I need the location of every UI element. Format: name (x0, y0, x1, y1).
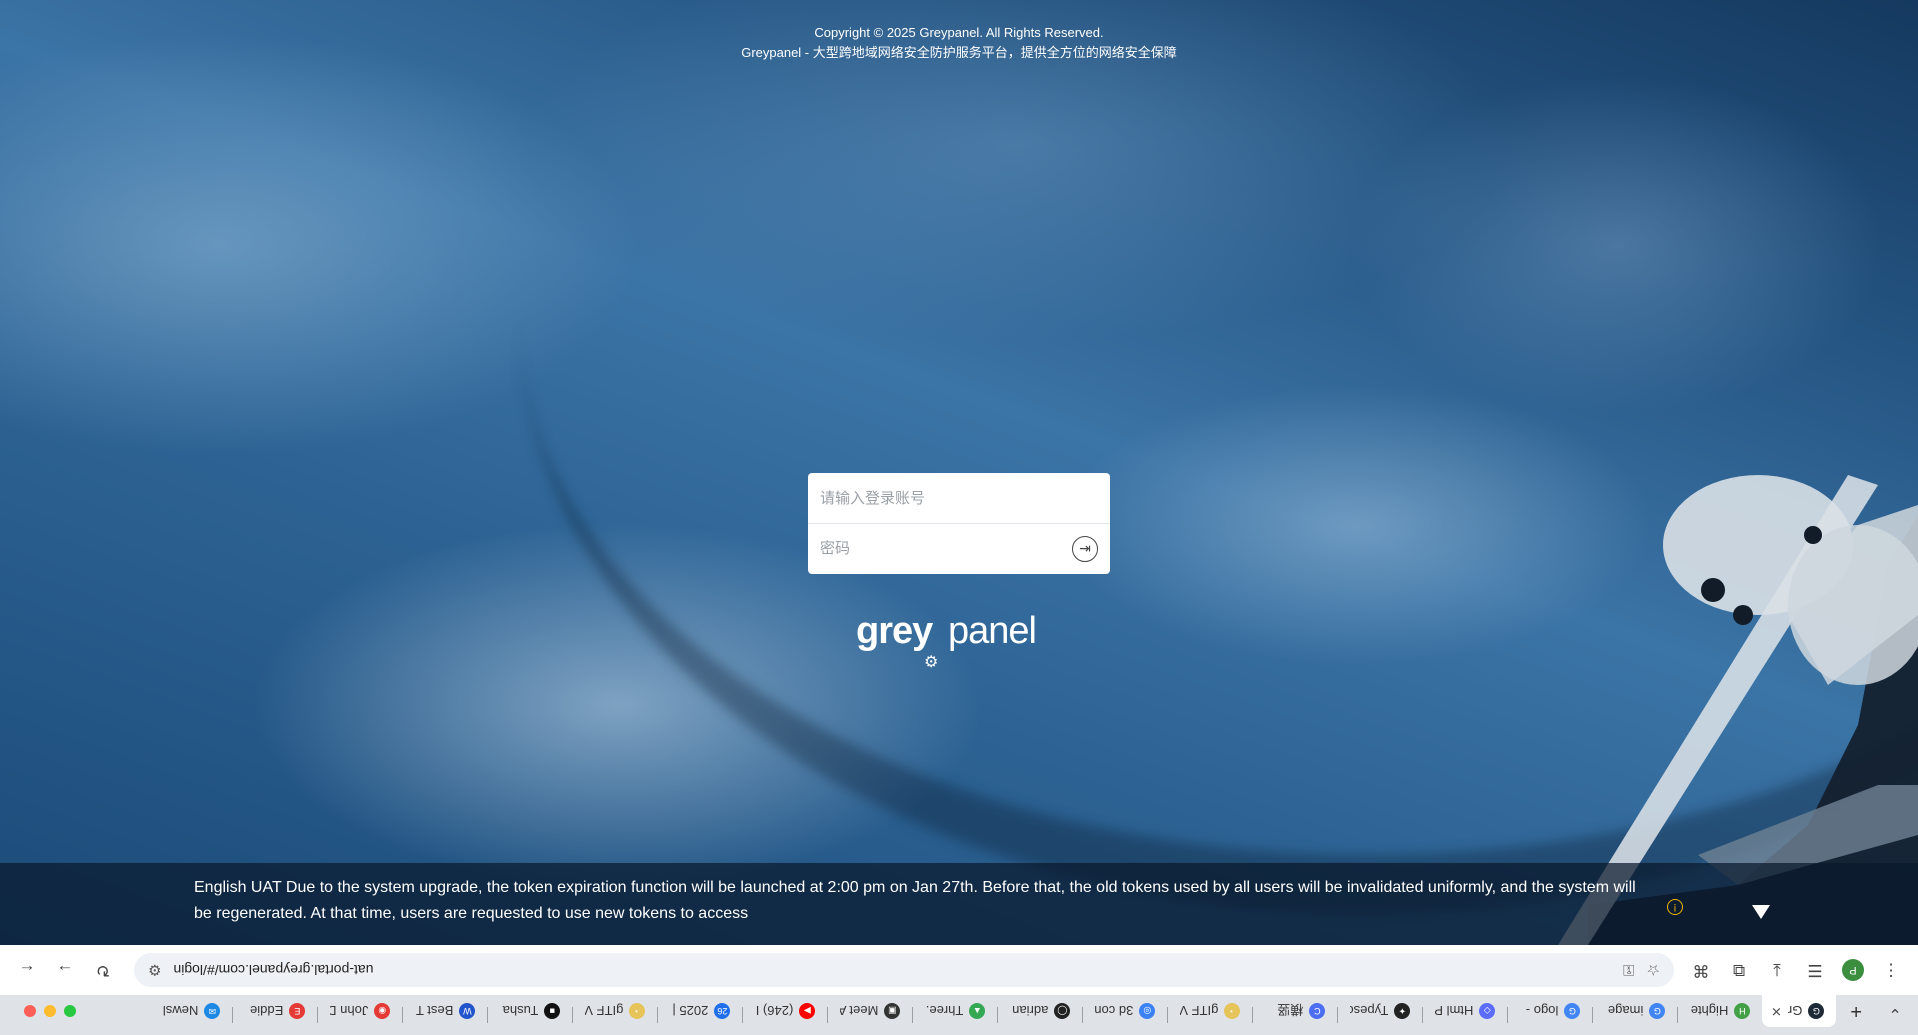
reload-icon[interactable]: ↻ (86, 953, 120, 987)
tab-favicon-icon: ▣ (884, 1003, 901, 1019)
tab-item[interactable]: ◔ gITF V (573, 995, 657, 1027)
close-window-button[interactable] (24, 1005, 36, 1017)
tab-favicon-icon: ◔ (629, 1003, 646, 1019)
page-footer: Copyright © 2025 Greypanel. All Rights R… (0, 23, 1918, 63)
footer-description: Greypanel - 大型跨地域网络安全防护服务平台，提供全方位的网络安全保障 (741, 45, 1177, 60)
close-tab-icon[interactable]: ✕ (1771, 1003, 1782, 1019)
tab-favicon-icon: ◎ (1139, 1003, 1156, 1019)
tab-item[interactable]: ◇ Html P (1423, 995, 1507, 1027)
tab-divider (1592, 1007, 1594, 1023)
tab-divider (317, 1007, 319, 1023)
tab-divider (1507, 1007, 1509, 1023)
tab-item[interactable]: ▲ Three. (913, 995, 997, 1027)
tab-item[interactable]: C 横竖 (1253, 995, 1337, 1027)
google-favicon-icon: G (1564, 1003, 1581, 1019)
tab-item[interactable]: E Eddie (233, 995, 317, 1027)
tab-divider (232, 1007, 234, 1023)
zoom-window-button[interactable] (64, 1005, 76, 1017)
system-notice-banner: ! English UAT Due to the system upgrade,… (0, 863, 1918, 945)
extensions-icon[interactable]: ⧉ (1722, 953, 1756, 987)
tab-divider (1337, 1007, 1339, 1023)
google-favicon-icon: G (1649, 1003, 1666, 1019)
bookmark-star-icon[interactable]: ☆ (1647, 961, 1660, 979)
warning-icon: ! (1667, 899, 1683, 915)
tab-divider (1677, 1007, 1679, 1023)
forward-arrow-icon[interactable]: → (48, 953, 82, 987)
greypanel-logo: grey panel ⚙ (856, 610, 1036, 671)
tab-favicon-icon: 26 (714, 1003, 731, 1019)
site-settings-icon[interactable]: ⚙ (148, 961, 161, 979)
tab-item[interactable]: ◯ adrian (998, 995, 1082, 1027)
password-field[interactable] (820, 540, 1072, 557)
tab-divider (572, 1007, 574, 1023)
logo-gear-icon: ⚙ (924, 654, 939, 671)
tab-divider (827, 1007, 829, 1023)
collapse-toggle-icon[interactable] (1752, 905, 1770, 919)
tab-search-chevron-icon[interactable]: ⌄ (1880, 999, 1910, 1029)
notice-message: English UAT Due to the system upgrade, t… (194, 879, 1636, 922)
tab-divider (997, 1007, 999, 1023)
tab-item[interactable]: ▣ Meet A (828, 995, 912, 1027)
address-bar[interactable]: ☆ ⚿ uat-portal.greypanel.com/#/login ⚙ (134, 953, 1674, 987)
tab-item[interactable]: ✦ Typesc (1338, 995, 1422, 1027)
reading-list-icon[interactable]: ☰ (1798, 953, 1832, 987)
tab-divider (402, 1007, 404, 1023)
window-controls (14, 995, 82, 1027)
profile-button[interactable]: P (1836, 953, 1870, 987)
password-row: ⇥ (808, 523, 1110, 573)
tab-favicon-icon: ■ (544, 1003, 561, 1019)
tab-favicon-icon: ◉ (374, 1003, 391, 1019)
tab-divider (1167, 1007, 1169, 1023)
tab-item[interactable]: Glogo - (1508, 995, 1592, 1027)
tab-favicon-icon: C (1309, 1003, 1326, 1019)
tab-favicon-icon: E (289, 1003, 306, 1019)
tab-item[interactable]: ◎ 3d con (1083, 995, 1167, 1027)
back-arrow-icon[interactable]: ← (10, 953, 44, 987)
tab-favicon-icon: H (1734, 1003, 1751, 1019)
download-icon[interactable]: ⤓ (1760, 953, 1794, 987)
minimize-window-button[interactable] (44, 1005, 56, 1017)
tab-divider (657, 1007, 659, 1023)
drive-favicon-icon: ▲ (969, 1003, 986, 1019)
login-form: ⇥ (808, 473, 1110, 574)
tab-divider (487, 1007, 489, 1023)
github-favicon-icon: ◯ (1054, 1003, 1071, 1019)
password-key-icon[interactable]: ⚿ (1623, 962, 1634, 979)
tab-item[interactable]: ◔ gITF V (1168, 995, 1252, 1027)
url-text[interactable]: uat-portal.greypanel.com/#/login (173, 962, 1611, 978)
tab-item[interactable]: W Best T (403, 995, 487, 1027)
tab-divider (1252, 1007, 1254, 1023)
new-tab-button[interactable]: + (1836, 995, 1876, 1027)
tab-divider (742, 1007, 744, 1023)
login-page: ! English UAT Due to the system upgrade,… (0, 0, 1918, 945)
browser-toolbar: ⋮ P ☰ ⤓ ⧉ ⌘ ☆ ⚿ uat-portal.greypanel.com… (0, 945, 1918, 995)
username-field[interactable] (820, 489, 1098, 507)
tab-favicon-icon: ✉ (204, 1003, 221, 1019)
youtube-favicon-icon: ▶ (799, 1003, 816, 1019)
tab-item[interactable]: H Highte (1678, 995, 1762, 1027)
tab-item[interactable]: ✉ Newsl (148, 995, 232, 1027)
username-row (808, 473, 1110, 523)
translate-icon[interactable]: ⌘ (1684, 953, 1718, 987)
tab-favicon-icon: ◇ (1479, 1003, 1496, 1019)
avatar: P (1842, 959, 1864, 981)
footer-copyright: Copyright © 2025 Greypanel. All Rights R… (814, 25, 1104, 40)
greypanel-favicon-icon: G (1808, 1003, 1825, 1019)
tab-divider (1082, 1007, 1084, 1023)
tab-favicon-icon: ◔ (1224, 1003, 1241, 1019)
tab-item[interactable]: Gimage (1593, 995, 1677, 1027)
tab-item[interactable]: ▶ (246) I (743, 995, 827, 1027)
tab-strip: ⌄ + G Gr ✕ H Highte Gimage Glogo - ◇ Html … (0, 995, 1918, 1035)
tab-favicon-icon: ✦ (1394, 1003, 1411, 1019)
tab-greypanel[interactable]: G Gr ✕ (1762, 995, 1837, 1027)
tab-divider (912, 1007, 914, 1023)
screen: ⌄ + G Gr ✕ H Highte Gimage Glogo - ◇ Html … (0, 0, 1918, 1035)
tab-item[interactable]: ◉ John D (318, 995, 402, 1027)
tab-divider (1422, 1007, 1424, 1023)
login-submit-button[interactable]: ⇥ (1072, 535, 1098, 562)
tab-item[interactable]: ■ Tusha (488, 995, 572, 1027)
tab-favicon-icon: W (459, 1003, 476, 1019)
more-menu-icon[interactable]: ⋮ (1874, 953, 1908, 987)
tab-item[interactable]: 26 2025 | (658, 995, 742, 1027)
